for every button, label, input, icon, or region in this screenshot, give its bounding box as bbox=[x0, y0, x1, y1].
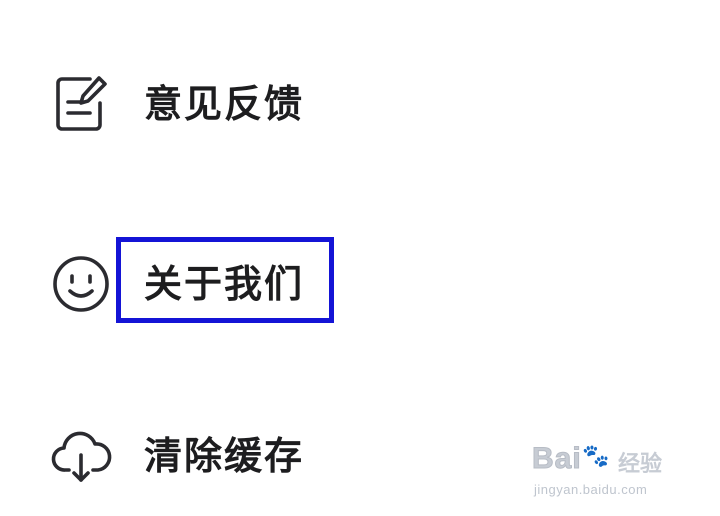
cloud-download-icon bbox=[50, 425, 112, 487]
smiley-face-icon bbox=[50, 253, 112, 315]
menu-item-about-us[interactable]: 关于我们 bbox=[0, 224, 720, 344]
menu-item-label: 意见反馈 bbox=[144, 82, 305, 126]
feedback-edit-icon bbox=[50, 73, 112, 135]
menu-item-label: 关于我们 bbox=[144, 262, 305, 306]
menu-item-label: 清除缓存 bbox=[144, 434, 305, 478]
menu-item-clear-cache[interactable]: 清除缓存 bbox=[0, 396, 720, 516]
menu-item-feedback[interactable]: 意见反馈 bbox=[0, 44, 720, 164]
